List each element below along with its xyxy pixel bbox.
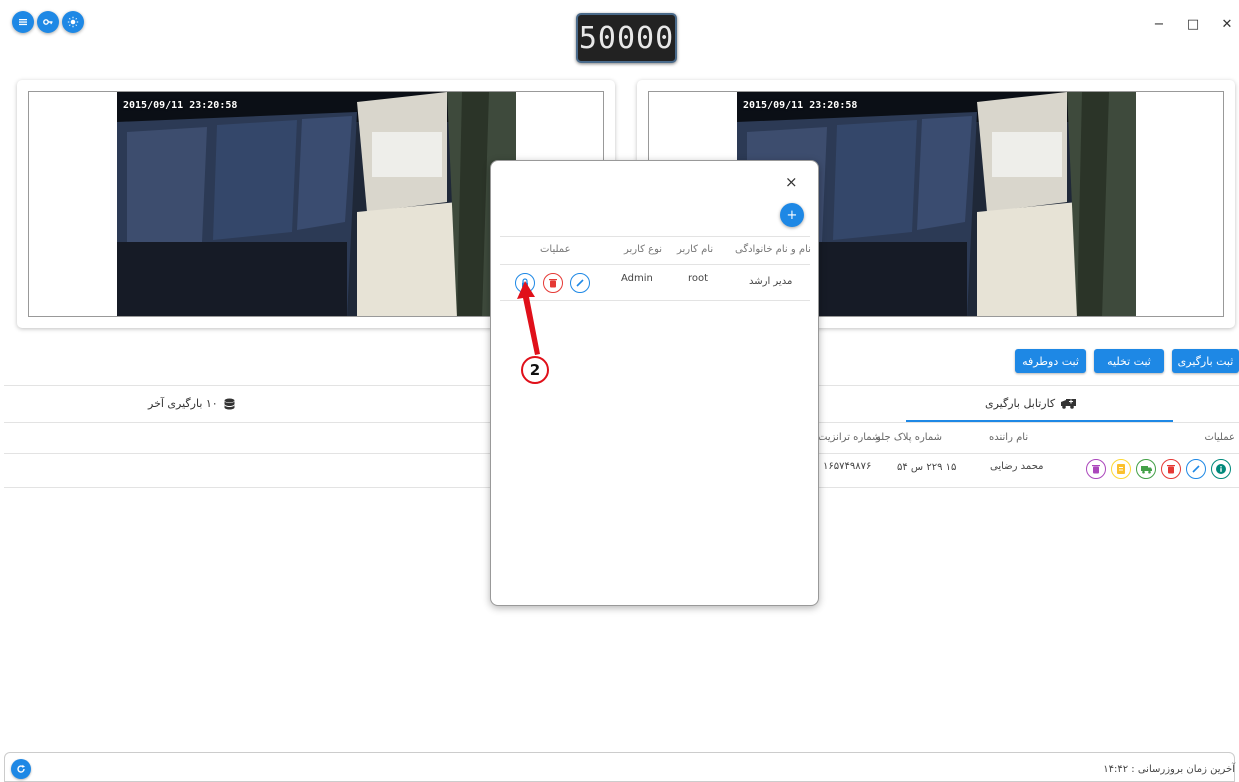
camera-timestamp-left: 2015/09/11 23:20:58 [123, 100, 238, 111]
truck-icon [1061, 399, 1077, 409]
cell-transit-no: ۱۶۵۷۴۹۸۷۶ [823, 461, 872, 472]
truck-check-icon [1140, 465, 1152, 473]
header-transit-no: شماره ترانزیت [818, 432, 881, 443]
modal-header-divider [500, 264, 810, 265]
refresh-button[interactable] [11, 759, 31, 779]
tab-last-loads-label: ۱۰ بارگیری آخر [148, 397, 218, 410]
camera-snapshot-left [117, 92, 516, 316]
close-window-button[interactable]: ✕ [1217, 14, 1237, 34]
footer-bar [4, 752, 1235, 782]
key-button[interactable] [37, 11, 59, 33]
edit-button[interactable] [1186, 459, 1206, 479]
trash-purple-icon [1092, 465, 1100, 474]
minimize-button[interactable]: − [1149, 14, 1169, 34]
modal-header-username: نام کاربر [677, 244, 714, 255]
modal-header-operations: عملیات [540, 244, 571, 255]
weight-counter-display: 50000 [576, 13, 677, 63]
pencil-icon [1192, 465, 1200, 473]
delete-button[interactable] [1161, 459, 1181, 479]
header-operations: عملیات [1204, 432, 1235, 443]
pencil-icon [576, 279, 584, 287]
trash-icon [1167, 465, 1175, 474]
tab-cartable-label: کارتابل بارگیری [985, 397, 1056, 410]
brightness-icon [67, 16, 79, 28]
key-icon [43, 19, 53, 25]
register-unloading-button[interactable]: ثبت تخلیه [1094, 349, 1164, 373]
register-two-way-button[interactable]: ثبت دوطرفه [1015, 349, 1086, 373]
truck-action-button[interactable] [1136, 459, 1156, 479]
tab-cartable[interactable]: کارتابل بارگیری [985, 397, 1077, 410]
modal-close-button[interactable]: × [785, 173, 798, 191]
archive-button[interactable] [1086, 459, 1106, 479]
modal-header-user-type: نوع کاربر [624, 244, 663, 255]
add-user-button[interactable]: + [780, 203, 804, 227]
camera-image-left: 2015/09/11 23:20:58 [117, 92, 516, 316]
annotation-step-number: 2 [521, 356, 549, 384]
header-front-plate: شماره پلاک جلو [876, 432, 942, 443]
modal-cell-user-type: Admin [621, 273, 653, 284]
tab-last-loads[interactable]: ۱۰ بارگیری آخر [148, 397, 235, 410]
modal-cell-full-name: مدیر ارشد [749, 276, 793, 287]
menu-icon [19, 19, 27, 26]
maximize-button[interactable]: □ [1183, 14, 1203, 34]
active-tab-indicator [906, 420, 1173, 422]
last-update-label: آخرین زمان بروزرسانی : ۱۴:۴۲ [1103, 764, 1235, 775]
modal-header-full-name: نام و نام خانوادگی [735, 244, 811, 255]
cell-front-plate: ۱۵ ۲۲۹ س ۵۴ [897, 462, 957, 473]
modal-header-top-divider [500, 236, 810, 237]
register-loading-button[interactable]: ثبت بارگیری [1172, 349, 1239, 373]
refresh-icon [17, 764, 25, 773]
menu-button[interactable] [12, 11, 34, 33]
modal-edit-user-button[interactable] [570, 273, 590, 293]
camera-timestamp-right: 2015/09/11 23:20:58 [743, 100, 858, 111]
brightness-button[interactable] [62, 11, 84, 33]
info-button[interactable] [1211, 459, 1231, 479]
document-icon [1117, 464, 1125, 474]
document-button[interactable] [1111, 459, 1131, 479]
header-driver-name: نام راننده [989, 432, 1029, 443]
cell-driver-name: محمد رضایی [990, 461, 1044, 472]
info-icon [1216, 464, 1226, 474]
modal-cell-username: root [688, 273, 709, 284]
database-icon [224, 398, 235, 409]
